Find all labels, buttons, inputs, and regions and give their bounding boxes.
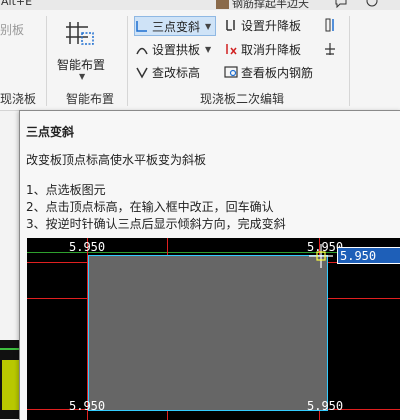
chevron-down-icon: ▼ (205, 21, 212, 31)
group-divider (127, 16, 128, 106)
group-label-slab-edit: 现浇板二次编辑 (200, 92, 285, 106)
ribbon-item-partial[interactable]: 别板 (0, 21, 24, 38)
tooltip-title: 三点变斜 (26, 125, 75, 139)
raise-slab-icon (226, 20, 235, 31)
rebar-tool-icon[interactable] (323, 42, 337, 56)
smart-layout-label: 智能布置 (57, 58, 106, 72)
tooltip-preview-image: 5.950 5.950 5.950 5.950 5.950 (27, 238, 400, 420)
ribbon: 别板 现浇板 智能布置 ▼ 智能布置 三点变斜 ▼ 设置拱板 ▼ 查改标高 设置… (0, 10, 400, 111)
three-point-slope-icon (136, 21, 147, 32)
help-icon[interactable] (365, 0, 379, 8)
elevation-label: 5.950 (69, 399, 106, 413)
tooltip-step: 3、按逆时针确认三点后显示倾斜方向，完成变斜 (26, 217, 286, 231)
username[interactable]: 钢筋撑起半边天 (232, 0, 309, 10)
avatar[interactable] (216, 0, 229, 9)
cancel-raise-slab-icon (226, 44, 237, 55)
three-point-slope-button[interactable]: 三点变斜 ▼ (134, 16, 216, 36)
group-label-slab: 现浇板 (0, 92, 37, 106)
tooltip-description: 改变板顶点标高使水平板变为斜板 (26, 153, 207, 167)
crosshair-cursor-icon (309, 244, 333, 268)
tooltip-step: 2、点击顶点标高，在输入框中改正，回车确认 (26, 200, 274, 214)
shortcut-hint: Alt+E (1, 0, 33, 8)
chevron-down-icon: ▼ (79, 72, 86, 81)
view-rebar-button[interactable]: 查看板内钢筋 (224, 63, 313, 81)
chat-icon[interactable] (334, 0, 348, 8)
raise-slab-button[interactable]: 设置升降板 (224, 16, 301, 34)
cancel-raise-slab-button[interactable]: 取消升降板 (224, 40, 301, 58)
smart-layout-button[interactable]: 智能布置 ▼ (52, 14, 114, 81)
tooltip-step: 1、点选板图元 (26, 183, 106, 197)
elevation-label: 5.950 (307, 399, 344, 413)
arch-slab-button[interactable]: 设置拱板 ▼ (135, 40, 211, 58)
elevation-edit-button[interactable]: 查改标高 (135, 63, 200, 81)
view-rebar-icon (224, 66, 238, 78)
tooltip-panel: 三点变斜 改变板顶点标高使水平板变为斜板 1、点选板图元 2、点击顶点标高，在输… (19, 110, 400, 420)
group-divider (46, 16, 47, 106)
drawing-area[interactable] (0, 340, 19, 419)
smart-layout-icon (66, 22, 94, 45)
slab-tool-icon[interactable] (323, 18, 337, 32)
title-bar: Alt+E 钢筋撑起半边天 (0, 0, 400, 10)
elevation-input: 5.950 (337, 247, 400, 264)
group-divider (349, 16, 350, 106)
slab-shape (88, 255, 328, 411)
chevron-down-icon: ▼ (205, 44, 212, 54)
group-label-smart: 智能布置 (66, 92, 115, 106)
arch-slab-icon (136, 47, 148, 55)
elevation-edit-icon (136, 67, 148, 79)
elevation-label: 5.950 (69, 240, 106, 254)
